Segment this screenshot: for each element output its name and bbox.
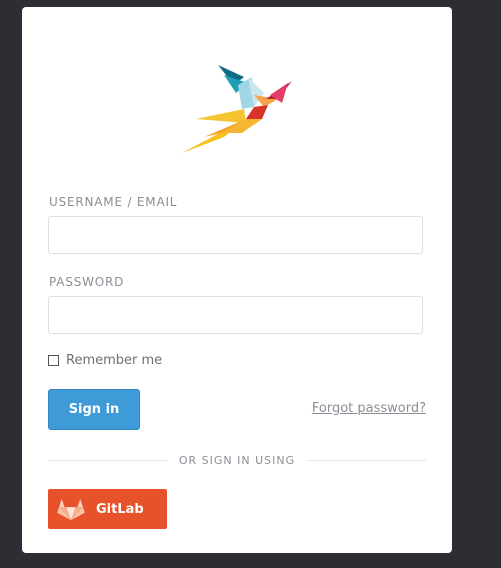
divider-line-right (307, 459, 426, 461)
checkbox-box[interactable] (48, 355, 59, 366)
sign-in-divider: OR SIGN IN USING (48, 453, 426, 467)
username-label: USERNAME / EMAIL (49, 195, 178, 209)
password-label: PASSWORD (49, 275, 125, 289)
sign-in-button[interactable]: Sign in (48, 389, 140, 430)
divider-line-left (48, 459, 167, 461)
divider-label: OR SIGN IN USING (178, 453, 296, 467)
login-card: USERNAME / EMAIL PASSWORD Remember me Si… (22, 7, 452, 553)
gitlab-button-label: GitLab (96, 501, 144, 517)
app-logo-icon (182, 65, 292, 153)
username-input[interactable] (48, 216, 423, 254)
remember-me-checkbox[interactable]: Remember me (48, 353, 162, 368)
password-input[interactable] (48, 296, 423, 334)
remember-me-label: Remember me (66, 353, 163, 368)
gitlab-signin-button[interactable]: GitLab (48, 489, 167, 529)
gitlab-fox-icon (57, 498, 85, 521)
forgot-password-link[interactable]: Forgot password? (312, 401, 426, 416)
